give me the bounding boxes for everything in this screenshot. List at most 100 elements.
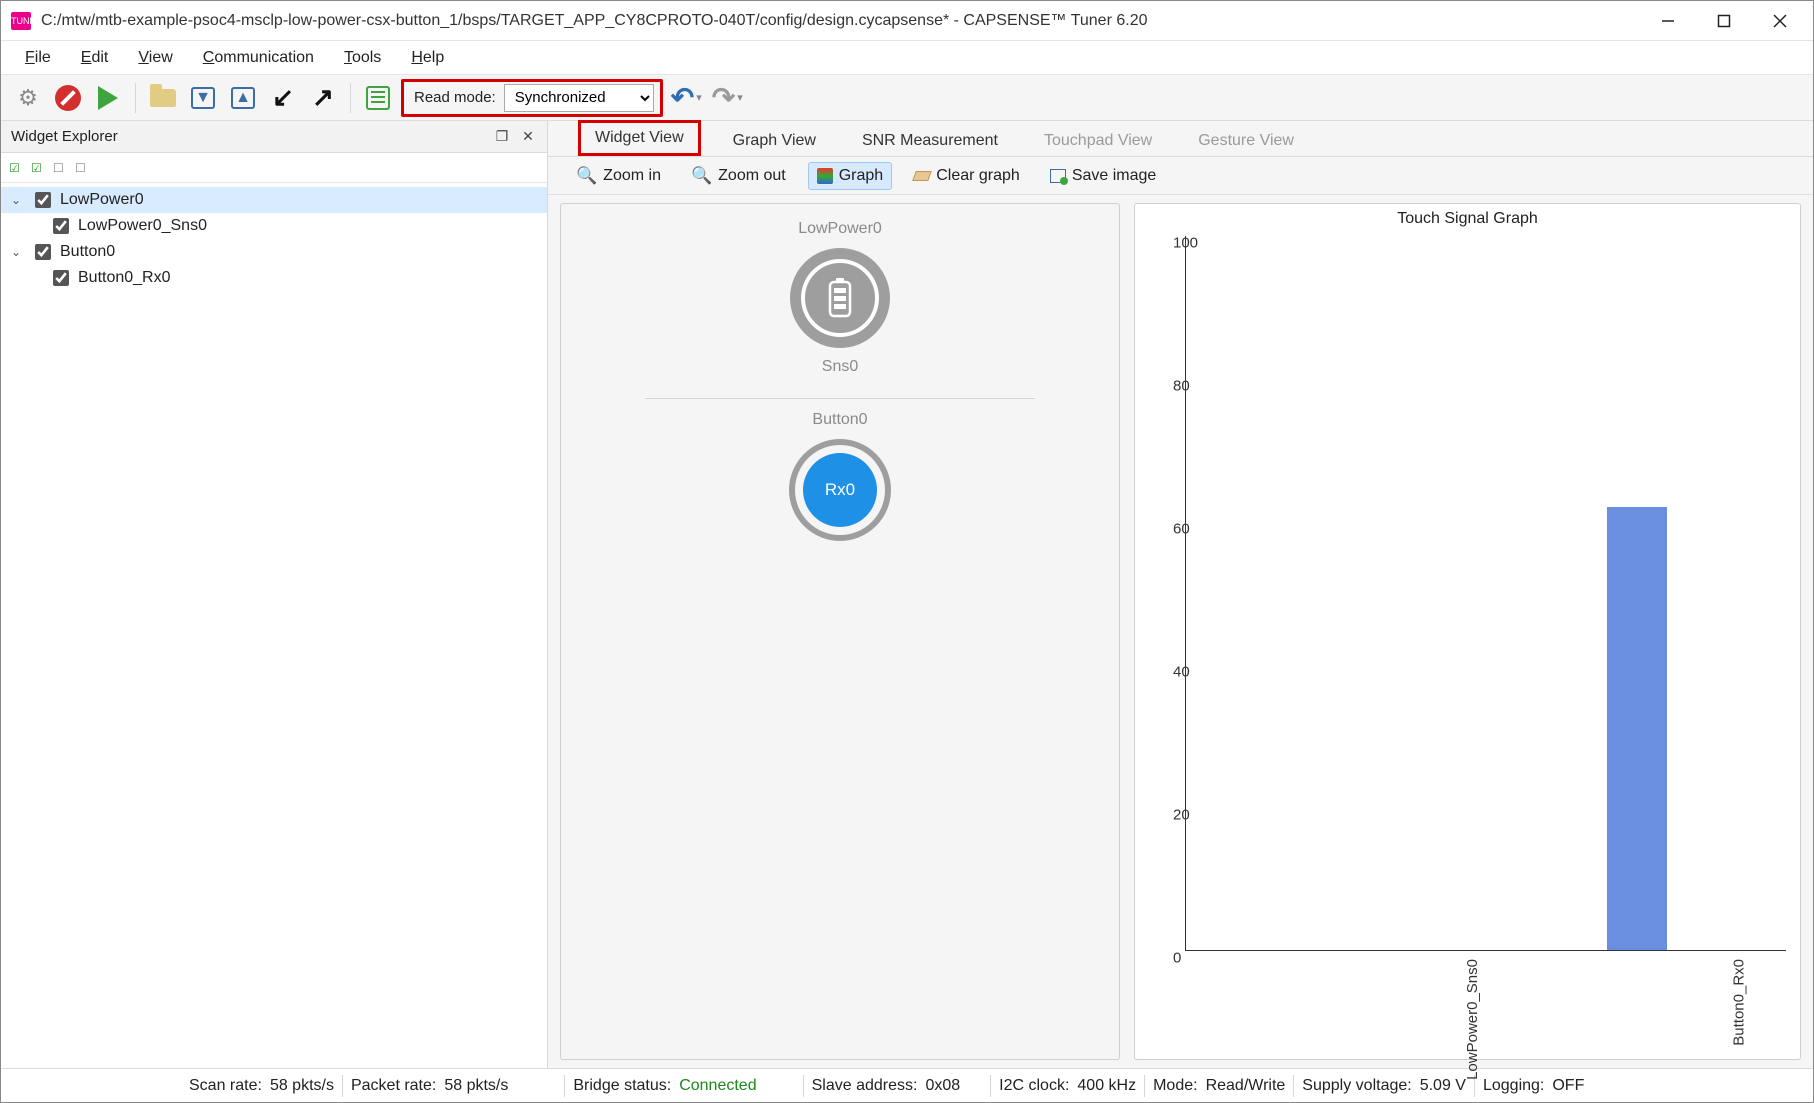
tab-touchpad: Touchpad View bbox=[1030, 126, 1166, 156]
tab-graph-view[interactable]: Graph View bbox=[719, 126, 830, 156]
main: Widget Explorer ❐ ✕ ☑ ☑ ☐ ☐ ⌄ LowPower0 … bbox=[1, 121, 1813, 1068]
widget-explorer-header: Widget Explorer ❐ ✕ bbox=[1, 121, 547, 153]
logging-value: OFF bbox=[1552, 1077, 1584, 1095]
right-pane: Widget View Graph View SNR Measurement T… bbox=[548, 121, 1813, 1068]
import-button[interactable]: ↙ bbox=[266, 81, 300, 115]
tree-checkbox[interactable] bbox=[35, 192, 51, 208]
y-tick-label: 60 bbox=[1173, 521, 1183, 538]
minimize-button[interactable] bbox=[1641, 5, 1695, 37]
close-icon bbox=[1773, 14, 1787, 28]
mode-value: Read/Write bbox=[1206, 1077, 1286, 1095]
slave-address-label: Slave address: bbox=[812, 1077, 918, 1095]
zoom-in-button[interactable]: 🔍Zoom in bbox=[568, 162, 669, 190]
y-tick-label: 100 bbox=[1173, 235, 1183, 252]
redo-button[interactable]: ↷▾ bbox=[710, 81, 745, 115]
menu-view[interactable]: View bbox=[128, 45, 182, 71]
tree-checkbox[interactable] bbox=[53, 270, 69, 286]
undo-icon: ↶ bbox=[671, 81, 694, 114]
widget-view-toolbar: 🔍Zoom in 🔍Zoom out Graph Clear graph Sav… bbox=[548, 157, 1813, 195]
chart-area[interactable]: 020406080100 LowPower0_Sns0Button0_Rx0 bbox=[1185, 236, 1786, 1051]
uncheck-all-icon[interactable]: ☐ bbox=[75, 161, 91, 175]
graph-toggle-button[interactable]: Graph bbox=[808, 162, 892, 190]
open-button[interactable] bbox=[146, 81, 180, 115]
save-image-button[interactable]: Save image bbox=[1042, 163, 1165, 189]
upload-icon: ▲ bbox=[231, 87, 255, 109]
tab-snr[interactable]: SNR Measurement bbox=[848, 126, 1012, 156]
chart-bar bbox=[1607, 507, 1667, 950]
undo-button[interactable]: ↶▾ bbox=[669, 81, 704, 115]
mode-label: Mode: bbox=[1153, 1077, 1197, 1095]
tree-checkbox[interactable] bbox=[53, 218, 69, 234]
widget-explorer-title: Widget Explorer bbox=[11, 128, 118, 145]
x-tick-label: Button0_Rx0 bbox=[1730, 959, 1814, 1046]
tree-item-button0-rx0[interactable]: Button0_Rx0 bbox=[1, 265, 547, 291]
separator bbox=[135, 83, 136, 113]
tree-item-label: Button0 bbox=[60, 243, 115, 261]
menu-edit[interactable]: Edit bbox=[71, 45, 119, 71]
tree-checkbox[interactable] bbox=[35, 244, 51, 260]
tree-item-lowpower0[interactable]: ⌄ LowPower0 bbox=[1, 187, 547, 213]
settings-button[interactable]: ⚙ bbox=[11, 81, 45, 115]
panel-close-button[interactable]: ✕ bbox=[515, 125, 541, 149]
stop-icon bbox=[55, 85, 81, 111]
chevron-down-icon: ▾ bbox=[696, 91, 702, 104]
window-title: C:/mtw/mtb-example-psoc4-msclp-low-power… bbox=[41, 12, 1641, 30]
menu-help[interactable]: Help bbox=[401, 45, 454, 71]
download-icon: ▼ bbox=[191, 87, 215, 109]
undock-button[interactable]: ❐ bbox=[489, 125, 515, 149]
folder-icon bbox=[150, 89, 176, 107]
button-indicator[interactable]: Rx0 bbox=[789, 439, 891, 541]
undock-icon: ❐ bbox=[496, 128, 509, 145]
y-tick-label: 40 bbox=[1173, 664, 1183, 681]
tab-widget-view[interactable]: Widget View bbox=[578, 120, 701, 156]
clear-graph-button[interactable]: Clear graph bbox=[906, 163, 1028, 189]
maximize-button[interactable] bbox=[1697, 5, 1751, 37]
tree-item-label: LowPower0 bbox=[60, 191, 144, 209]
read-mode-select[interactable]: Synchronized bbox=[504, 84, 654, 112]
chart-icon bbox=[817, 168, 833, 184]
y-tick-label: 0 bbox=[1173, 950, 1183, 967]
battery-icon bbox=[801, 259, 879, 337]
menu-bar: File Edit View Communication Tools Help bbox=[1, 41, 1813, 75]
upload-button[interactable]: ▲ bbox=[226, 81, 260, 115]
slave-address-value: 0x08 bbox=[925, 1077, 960, 1095]
read-mode-label: Read mode: bbox=[414, 89, 496, 106]
save-image-icon bbox=[1050, 169, 1066, 183]
widget-group-title: Button0 bbox=[812, 411, 867, 429]
y-tick-label: 20 bbox=[1173, 807, 1183, 824]
export-icon: ↗ bbox=[312, 82, 334, 113]
app-icon: TUNE bbox=[11, 12, 31, 30]
widget-tree: ⌄ LowPower0 LowPower0_Sns0 ⌄ Button0 But… bbox=[1, 183, 547, 295]
toolbar: ⚙ ▼ ▲ ↙ ↗ Read mode: Synchronized ↶▾ ↷▾ bbox=[1, 75, 1813, 121]
x-tick-label: LowPower0_Sns0 bbox=[1464, 959, 1556, 1080]
packet-rate-label: Packet rate: bbox=[351, 1077, 436, 1095]
zoom-out-button[interactable]: 🔍Zoom out bbox=[683, 162, 794, 190]
download-button[interactable]: ▼ bbox=[186, 81, 220, 115]
tree-item-label: Button0_Rx0 bbox=[78, 269, 171, 287]
disconnect-button[interactable] bbox=[51, 81, 85, 115]
widget-explorer-panel: Widget Explorer ❐ ✕ ☑ ☑ ☐ ☐ ⌄ LowPower0 … bbox=[1, 121, 548, 1068]
start-button[interactable] bbox=[91, 81, 125, 115]
maximize-icon bbox=[1717, 14, 1731, 28]
play-icon bbox=[98, 86, 118, 110]
gear-icon: ⚙ bbox=[18, 85, 38, 111]
chevron-down-icon[interactable]: ⌄ bbox=[11, 193, 25, 207]
menu-tools[interactable]: Tools bbox=[334, 45, 391, 71]
sensor-indicator[interactable] bbox=[790, 248, 890, 348]
explorer-toolbar: ☑ ☑ ☐ ☐ bbox=[1, 153, 547, 183]
tab-gesture: Gesture View bbox=[1184, 126, 1308, 156]
menu-file[interactable]: File bbox=[15, 45, 61, 71]
packet-rate-value: 58 pkts/s bbox=[444, 1077, 508, 1095]
chevron-down-icon[interactable]: ⌄ bbox=[11, 245, 25, 259]
uncheck-all-icon[interactable]: ☐ bbox=[53, 161, 69, 175]
export-button[interactable]: ↗ bbox=[306, 81, 340, 115]
redo-icon: ↷ bbox=[712, 81, 735, 114]
check-all-icon[interactable]: ☑ bbox=[9, 161, 25, 175]
check-all-icon[interactable]: ☑ bbox=[31, 161, 47, 175]
log-button[interactable] bbox=[361, 81, 395, 115]
menu-communication[interactable]: Communication bbox=[193, 45, 324, 71]
tree-item-button0[interactable]: ⌄ Button0 bbox=[1, 239, 547, 265]
close-button[interactable] bbox=[1753, 5, 1807, 37]
close-icon: ✕ bbox=[522, 128, 534, 145]
tree-item-lowpower0-sns0[interactable]: LowPower0_Sns0 bbox=[1, 213, 547, 239]
